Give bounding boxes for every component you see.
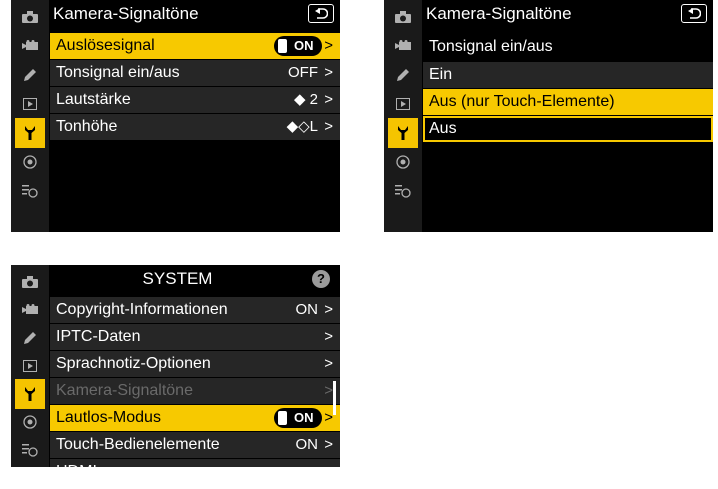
menu-item-label: IPTC-Daten — [56, 328, 141, 345]
pencil-icon[interactable] — [15, 60, 45, 90]
submenu-subtitle: Tonsignal ein/aus — [423, 35, 713, 59]
back-button[interactable] — [681, 4, 707, 23]
option-label: Ein — [429, 66, 453, 83]
camera-icon[interactable] — [15, 2, 45, 32]
menu-item-hdmi[interactable]: HDMI > — [50, 459, 340, 467]
my-menu-icon[interactable] — [15, 176, 45, 206]
menu-title: SYSTEM — [142, 269, 213, 288]
help-icon[interactable]: ? — [312, 270, 330, 288]
menu-sidebar — [384, 0, 422, 232]
chevron-right-icon: > — [324, 328, 333, 345]
my-menu-icon[interactable] — [15, 435, 45, 465]
menu-item-copyright[interactable]: Copyright-Informationen ON > — [50, 297, 340, 323]
menu-item-value: ◆◇L — [286, 118, 318, 135]
camera-menu-screen-1: Kamera-Signaltöne Auslösesignal ON > Ton… — [11, 0, 340, 232]
chevron-right-icon: > — [324, 91, 333, 108]
menu-item-value: ON — [295, 301, 319, 318]
menu-item-lautstaerke[interactable]: Lautstärke ◆ 2 > — [50, 87, 340, 113]
pencil-icon[interactable] — [15, 323, 45, 353]
menu-item-label: Copyright-Informationen — [56, 301, 228, 318]
my-menu-icon[interactable] — [388, 176, 418, 206]
menu-sidebar — [11, 265, 49, 467]
back-button[interactable] — [308, 4, 334, 23]
menu-title: Kamera-Signaltöne — [53, 4, 199, 23]
menu-title: Kamera-Signaltöne — [426, 4, 572, 23]
option-aus-nur-touch[interactable]: Aus (nur Touch-Elemente) — [423, 89, 713, 115]
playback-icon[interactable] — [15, 89, 45, 119]
menu-item-touch-bedienelemente[interactable]: Touch-Bedienelemente ON > — [50, 432, 340, 458]
menu-item-label: HDMI — [56, 459, 97, 467]
wrench-icon[interactable] — [15, 379, 45, 409]
menu-item-lautlos-modus[interactable]: Lautlos-Modus ON > — [50, 405, 340, 431]
chevron-right-icon: > — [324, 459, 333, 467]
option-aus[interactable]: Aus — [423, 116, 713, 142]
on-toggle[interactable]: ON — [274, 408, 322, 428]
menu-item-label: Lautstärke — [56, 91, 131, 108]
network-icon[interactable] — [15, 147, 45, 177]
scrollbar[interactable] — [333, 381, 336, 415]
option-label: Aus (nur Touch-Elemente) — [429, 93, 615, 110]
menu-item-label: Lautlos-Modus — [56, 409, 161, 426]
chevron-right-icon: > — [324, 382, 333, 399]
chevron-right-icon: > — [324, 118, 333, 135]
pencil-icon[interactable] — [388, 60, 418, 90]
option-ein[interactable]: Ein — [423, 62, 713, 88]
playback-icon[interactable] — [388, 89, 418, 119]
option-label: Aus — [429, 120, 457, 137]
network-icon[interactable] — [388, 147, 418, 177]
menu-sidebar — [11, 0, 49, 232]
system-menu-screen: SYSTEM ? Copyright-Informationen ON > IP… — [11, 265, 340, 467]
submenu-subtitle-text: Tonsignal ein/aus — [429, 38, 553, 55]
network-icon[interactable] — [15, 407, 45, 437]
menu-item-label: Kamera-Signaltöne — [56, 382, 193, 399]
camera-menu-screen-2: Kamera-Signaltöne Tonsignal ein/aus Ein … — [384, 0, 713, 232]
menu-item-label: Sprachnotiz-Optionen — [56, 355, 211, 372]
chevron-right-icon: > — [324, 301, 333, 318]
chevron-right-icon: > — [324, 436, 333, 453]
menu-item-kamera-signaltoene: Kamera-Signaltöne > — [50, 378, 340, 404]
menu-item-label: Tonsignal ein/aus — [56, 64, 180, 81]
menu-item-value: ON — [295, 436, 319, 453]
video-icon[interactable] — [15, 31, 45, 61]
menu-item-tonsignal[interactable]: Tonsignal ein/aus OFF > — [50, 60, 340, 86]
menu-item-label: Auslösesignal — [56, 37, 155, 54]
back-arrow-icon — [315, 7, 328, 19]
menu-item-ausloesesignal[interactable]: Auslösesignal ON > — [50, 33, 340, 59]
on-toggle[interactable]: ON — [274, 36, 322, 56]
playback-icon[interactable] — [15, 351, 45, 381]
video-icon[interactable] — [388, 31, 418, 61]
video-icon[interactable] — [15, 295, 45, 325]
menu-item-tonhoehe[interactable]: Tonhöhe ◆◇L > — [50, 114, 340, 140]
wrench-icon[interactable] — [15, 118, 45, 148]
wrench-icon[interactable] — [388, 118, 418, 148]
chevron-right-icon: > — [324, 409, 333, 426]
menu-item-label: Tonhöhe — [56, 118, 118, 135]
chevron-right-icon: > — [324, 37, 333, 54]
chevron-right-icon: > — [324, 355, 333, 372]
menu-item-iptc[interactable]: IPTC-Daten > — [50, 324, 340, 350]
menu-item-sprachnotiz[interactable]: Sprachnotiz-Optionen > — [50, 351, 340, 377]
chevron-right-icon: > — [324, 64, 333, 81]
menu-item-value: ◆ 2 — [293, 91, 318, 108]
back-arrow-icon — [688, 7, 701, 19]
menu-item-value: OFF — [288, 64, 318, 81]
camera-icon[interactable] — [388, 2, 418, 32]
menu-item-label: Touch-Bedienelemente — [56, 436, 220, 453]
camera-icon[interactable] — [15, 267, 45, 297]
